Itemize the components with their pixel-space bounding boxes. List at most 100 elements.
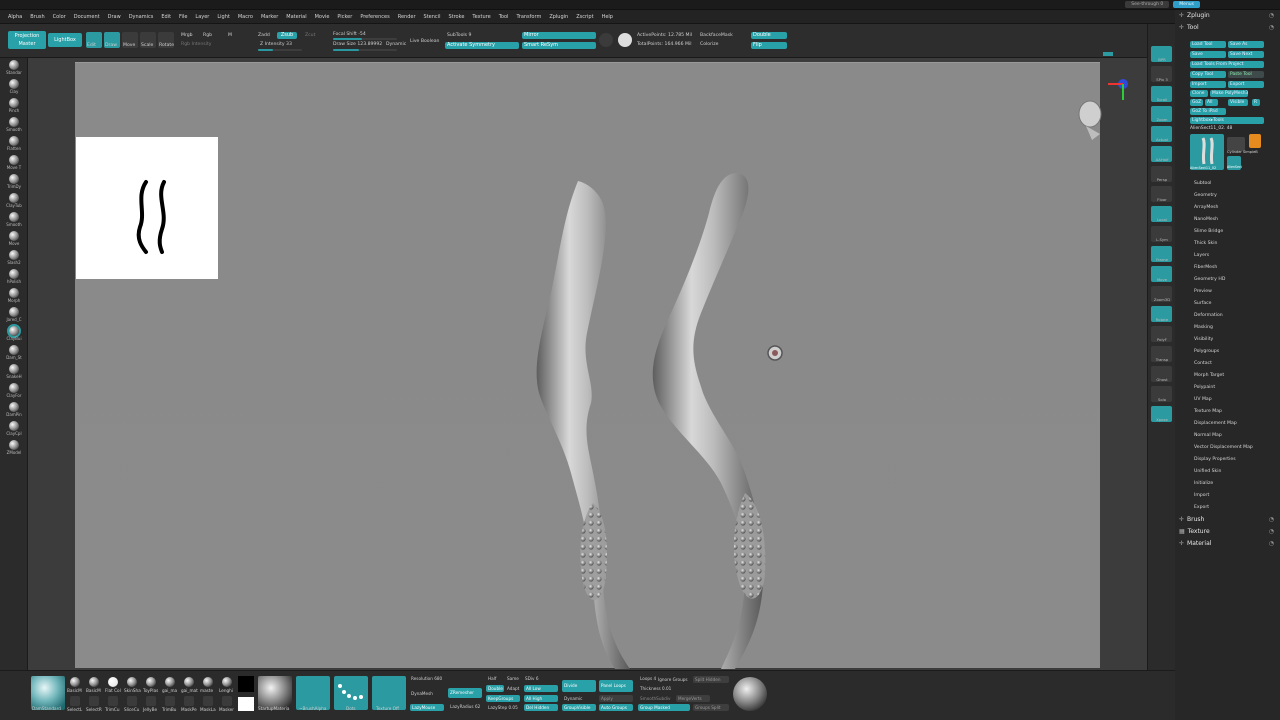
brush-slot-icon[interactable]: [9, 326, 19, 336]
lazystep-slider[interactable]: LazyStep 0.05: [488, 705, 518, 710]
tool-copy-tool-button[interactable]: Copy Tool: [1190, 71, 1226, 78]
m-button[interactable]: M: [228, 33, 232, 38]
brush-slot-icon[interactable]: [9, 288, 19, 298]
menu-picker[interactable]: Picker: [337, 14, 352, 20]
split-hidden-button[interactable]: Split Hidden: [693, 676, 729, 683]
colorize-button[interactable]: Colorize: [700, 42, 719, 47]
brush-slot-icon[interactable]: [9, 345, 19, 355]
subpalette-polypaint[interactable]: Polypaint: [1194, 385, 1215, 390]
activate-symmetry-button[interactable]: Activate Symmetry: [445, 42, 519, 49]
brush-slot-icon[interactable]: [9, 421, 19, 431]
menu-preferences[interactable]: Preferences: [360, 14, 389, 20]
subpalette-unified-skin[interactable]: Unified Skin: [1194, 469, 1221, 474]
zcut-button[interactable]: Zcut: [305, 33, 315, 38]
tool-save-as-button[interactable]: Save As: [1228, 41, 1264, 48]
material-swatch-icon[interactable]: [184, 677, 194, 687]
subpalette-import[interactable]: Import: [1194, 493, 1209, 498]
all-high-button[interactable]: All High: [524, 695, 558, 702]
selection-brush-icon[interactable]: [222, 696, 232, 706]
current-tool-thumbnail[interactable]: AlienSect11_02: [1190, 134, 1224, 170]
menu-color[interactable]: Color: [53, 14, 66, 20]
material-swatch-icon[interactable]: [89, 677, 99, 687]
merge-verts-button[interactable]: MergeVerts: [676, 695, 710, 702]
tool-visible-button[interactable]: Visible: [1228, 99, 1248, 106]
subpalette-subtool[interactable]: Subtool: [1194, 181, 1211, 186]
subpalette-contact[interactable]: Contact: [1194, 361, 1212, 366]
subpalette-displacement-map[interactable]: Displacement Map: [1194, 421, 1237, 426]
backface-mask-button[interactable]: BackfaceMask: [700, 33, 733, 38]
selection-brush-icon[interactable]: [165, 696, 175, 706]
tool-header[interactable]: ✛ Tool: [1179, 24, 1199, 31]
material-swatch-icon[interactable]: [203, 677, 213, 687]
zremesher-button[interactable]: ZRemesher: [448, 688, 482, 698]
subpalette-layers[interactable]: Layers: [1194, 253, 1209, 258]
tool-goz-to-ipad-button[interactable]: GoZ To iPad: [1190, 108, 1226, 115]
rgb-button[interactable]: Rgb: [203, 33, 212, 38]
brush-slot-icon[interactable]: [9, 440, 19, 450]
yin-yang-icon[interactable]: [618, 33, 632, 47]
brush-pin-icon[interactable]: ◔: [1269, 516, 1274, 523]
same-button[interactable]: Same: [507, 676, 519, 681]
subpalette-slime-bridge[interactable]: Slime Bridge: [1194, 229, 1223, 234]
brush-slot-icon[interactable]: [9, 117, 19, 127]
menu-layer[interactable]: Layer: [195, 14, 209, 20]
loops-slider[interactable]: Loops 4: [640, 676, 656, 681]
double-button[interactable]: Double: [751, 32, 787, 39]
brush-slot-icon[interactable]: [9, 383, 19, 393]
material-swatch-icon[interactable]: [165, 677, 175, 687]
tool-import-button[interactable]: Import: [1190, 81, 1226, 88]
lazymouse-button[interactable]: LazyMouse: [410, 704, 444, 711]
selection-brush-icon[interactable]: [146, 696, 156, 706]
tool-load-tools-from-project-button[interactable]: Load Tools From Project: [1190, 61, 1264, 68]
material-pin-icon[interactable]: ◔: [1269, 540, 1274, 547]
brush-slot-icon[interactable]: [9, 364, 19, 374]
subpalette-fibermesh[interactable]: FiberMesh: [1194, 265, 1217, 270]
menu-marker[interactable]: Marker: [261, 14, 278, 20]
adapt-button[interactable]: Adapt: [507, 686, 519, 691]
subpalette-visibility[interactable]: Visibility: [1194, 337, 1213, 342]
zplugin-pin-icon[interactable]: ◔: [1269, 12, 1274, 19]
keepgroups-button[interactable]: KeepGroups: [486, 695, 520, 702]
menu-document[interactable]: Document: [74, 14, 100, 20]
tool-r-button[interactable]: R: [1252, 99, 1260, 106]
menu-draw[interactable]: Draw: [108, 14, 121, 20]
texture-palette-header[interactable]: ▦ Texture: [1179, 528, 1210, 535]
menu-zplugin[interactable]: Zplugin: [549, 14, 568, 20]
lazyradius-slider[interactable]: LazyRadius 62: [450, 704, 480, 709]
divide-button[interactable]: Divide: [562, 680, 596, 692]
smooth-subdiv-slider[interactable]: SmoothSubdiv: [640, 696, 670, 701]
menu-movie[interactable]: Movie: [315, 14, 330, 20]
subpalette-arraymesh[interactable]: ArrayMesh: [1194, 205, 1218, 210]
tool-save-next-button[interactable]: Save Next: [1228, 51, 1264, 58]
brush-slot-icon[interactable]: [9, 98, 19, 108]
mrgb-button[interactable]: Mrgb: [181, 33, 193, 38]
lightbox-button[interactable]: LightBox: [48, 33, 82, 47]
tool-pin-icon[interactable]: ◔: [1269, 24, 1274, 31]
material-swatch-icon[interactable]: [108, 677, 118, 687]
rgb-intensity-slider[interactable]: Rgb Intensity: [181, 42, 211, 47]
material-swatch-icon[interactable]: [70, 677, 80, 687]
subpalette-nanomesh[interactable]: NanoMesh: [1194, 217, 1218, 222]
brush-slot-icon[interactable]: [9, 79, 19, 89]
primary-color-swatch[interactable]: [238, 676, 254, 692]
subpalette-initialize[interactable]: Initialize: [1194, 481, 1213, 486]
all-low-button[interactable]: All Low: [524, 685, 558, 692]
apply-button[interactable]: Apply: [599, 695, 633, 702]
brush-slot-icon[interactable]: [9, 60, 19, 70]
brush-slot-icon[interactable]: [9, 136, 19, 146]
tool-make-polymesh3d-button[interactable]: Make PolyMesh3D: [1210, 90, 1248, 97]
material-palette-header[interactable]: ✛ Material: [1179, 540, 1211, 547]
subpalette-masking[interactable]: Masking: [1194, 325, 1213, 330]
subpalette-export[interactable]: Export: [1194, 505, 1209, 510]
selection-brush-icon[interactable]: [89, 696, 99, 706]
z-intensity-track[interactable]: [258, 49, 302, 51]
subpalette-normal-map[interactable]: Normal Map: [1194, 433, 1222, 438]
menu-stroke[interactable]: Stroke: [448, 14, 464, 20]
material-swatch-icon[interactable]: [127, 677, 137, 687]
subpalette-polygroups[interactable]: Polygroups: [1194, 349, 1219, 354]
brush-slot-icon[interactable]: [9, 250, 19, 260]
sdiv-slider[interactable]: SDiv 6: [525, 676, 539, 681]
startup-material-thumb[interactable]: [258, 676, 292, 710]
brush-slot-icon[interactable]: [9, 402, 19, 412]
flip-button[interactable]: Flip: [751, 42, 787, 49]
